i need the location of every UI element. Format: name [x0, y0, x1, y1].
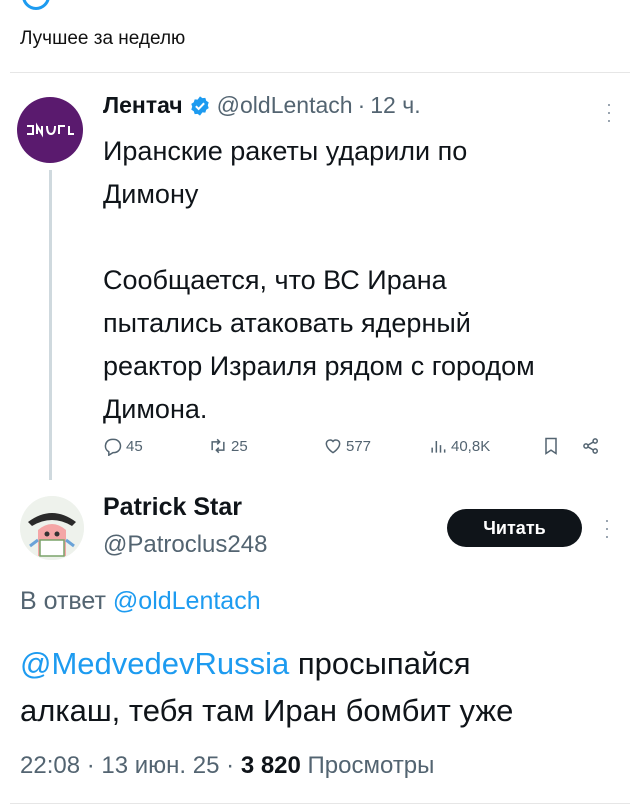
tweet-text-line: Сообщается, что ВС Ирана [103, 265, 447, 295]
tweet-header: Лентач @oldLentach · 12 ч. [103, 92, 421, 119]
retweet-icon [211, 438, 225, 454]
separator-dot: · [226, 752, 235, 779]
like-count: 577 [346, 437, 372, 455]
tweet-text-line: Димону [103, 179, 199, 209]
more-icon[interactable]: · · · [602, 511, 612, 545]
reply-button[interactable]: 45 [103, 436, 143, 456]
separator-dot: · [357, 92, 366, 118]
views-button[interactable]: 40,8K [428, 436, 490, 456]
follow-button[interactable]: Читать [447, 509, 582, 547]
tweet-meta: 22:08 · 13 июн. 25 · 3 820 Просмотры [20, 752, 434, 780]
separator-dot: · [86, 752, 95, 779]
reply-count: 45 [126, 437, 143, 455]
tweet-text-line: реактор Израиля рядом с городом [103, 351, 535, 381]
mention-link[interactable]: @MedvedevRussia [20, 646, 289, 681]
retweet-button[interactable]: 25 [208, 436, 248, 456]
reply-handle-link[interactable]: @oldLentach [113, 587, 261, 615]
views-count: 3 820 [240, 752, 301, 779]
author-handle[interactable]: @oldLentach [217, 92, 353, 119]
like-icon [325, 439, 341, 454]
tweet-text-line: пытались атаковать ядерный [103, 308, 471, 338]
tweet-date[interactable]: 13 июн. 25 [101, 752, 219, 779]
author-name[interactable]: Patrick Star [103, 493, 242, 522]
views-label: Просмотры [307, 752, 435, 779]
avatar[interactable] [17, 97, 83, 163]
views-icon [431, 441, 446, 453]
views-count: 40,8K [451, 437, 491, 455]
retweet-count: 25 [231, 437, 248, 455]
bookmark-icon [545, 437, 557, 455]
reply-icon [104, 438, 122, 456]
more-icon[interactable]: · · · [604, 95, 614, 129]
patrick-star-avatar-icon [20, 496, 84, 560]
lentach-logo-icon [27, 122, 74, 138]
tweet-text-line: Иранские ракеты ударили по [103, 136, 468, 166]
author-name[interactable]: Лентач [103, 92, 183, 119]
tweet-time[interactable]: 22:08 [20, 752, 80, 779]
tweet-time[interactable]: 12 ч. [370, 92, 420, 119]
verified-badge-icon [190, 95, 209, 116]
tweet-text: Иранские ракеты ударили по Димону Сообща… [103, 130, 623, 431]
tweet-actions: 45 25 577 40,8K [103, 436, 613, 464]
like-button[interactable]: 577 [323, 436, 371, 456]
divider [10, 72, 630, 73]
tweet-text-part: просыпайся [289, 646, 471, 681]
section-title: Лучшее за неделю [20, 28, 186, 49]
divider [10, 803, 630, 804]
reply-prefix: В ответ [20, 587, 106, 615]
top-circle-icon [22, 0, 50, 10]
share-button[interactable] [581, 436, 604, 456]
share-icon [583, 438, 598, 454]
thread-line [49, 170, 52, 480]
author-handle[interactable]: @Patroclus248 [103, 531, 267, 559]
bookmark-button[interactable] [541, 436, 564, 456]
tweet-text-line: алкаш, тебя там Иран бомбит уже [20, 693, 514, 728]
reply-context: В ответ @oldLentach [20, 587, 261, 616]
avatar[interactable] [20, 496, 84, 560]
tweet-text: @MedvedevRussia просыпайся алкаш, тебя т… [20, 640, 630, 734]
tweet-text-line: Димона. [103, 394, 208, 424]
